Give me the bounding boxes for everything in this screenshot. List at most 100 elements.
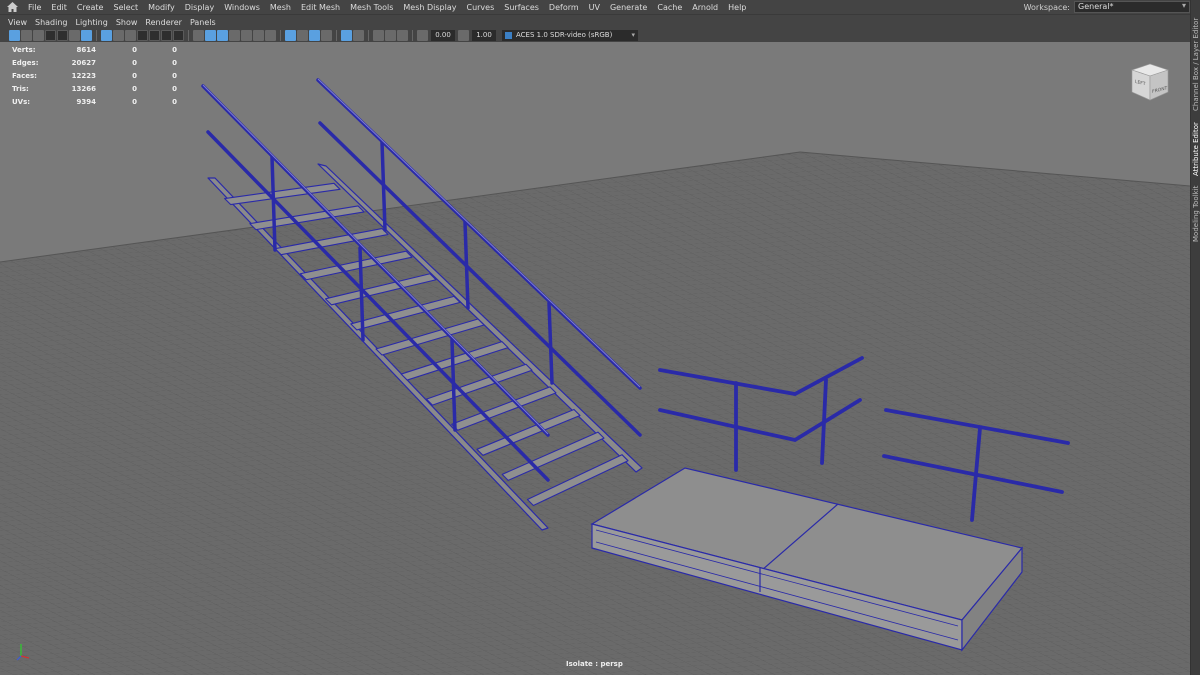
resolution-gate-icon[interactable] xyxy=(125,30,136,41)
hud-row-edges: Edges: 20627 0 0 xyxy=(12,57,177,70)
camera-attributes-icon[interactable] xyxy=(21,30,32,41)
menu-edit[interactable]: Edit xyxy=(46,0,72,15)
workspace-selector: Workspace: General* xyxy=(1024,1,1190,13)
field-chart-icon[interactable] xyxy=(149,30,160,41)
gate-mask-icon[interactable] xyxy=(137,30,148,41)
select-camera-icon[interactable] xyxy=(9,30,20,41)
x-ray-icon[interactable] xyxy=(353,30,364,41)
menu-deform[interactable]: Deform xyxy=(544,0,584,15)
bookmark-icon[interactable] xyxy=(33,30,44,41)
gamma-field[interactable]: 1.00 xyxy=(472,30,496,41)
right-side-tabs: Channel Box / Layer Editor Attribute Edi… xyxy=(1190,0,1200,675)
image-plane-icon[interactable] xyxy=(45,30,56,41)
hud-label: Faces: xyxy=(12,71,37,80)
menu-curves[interactable]: Curves xyxy=(461,0,499,15)
view-cube[interactable]: LEFT FRONT xyxy=(1128,62,1172,102)
hud-value: 0 xyxy=(172,97,177,106)
menu-edit-mesh[interactable]: Edit Mesh xyxy=(296,0,345,15)
x-ray-joints-icon[interactable] xyxy=(373,30,384,41)
hud-label: Verts: xyxy=(12,46,36,55)
hud-value: 13266 xyxy=(71,84,96,93)
panel-menu-shading[interactable]: Shading xyxy=(31,16,72,29)
tab-modeling-toolkit[interactable]: Modeling Toolkit xyxy=(1191,184,1200,244)
hud-row-verts: Verts: 8614 0 0 xyxy=(12,44,177,57)
hud-label: Edges: xyxy=(12,59,39,68)
shadows-icon[interactable] xyxy=(265,30,276,41)
toolbar-separator xyxy=(336,30,337,41)
safe-action-icon[interactable] xyxy=(161,30,172,41)
menu-surfaces[interactable]: Surfaces xyxy=(499,0,544,15)
menu-mesh-tools[interactable]: Mesh Tools xyxy=(345,0,398,15)
menu-mesh[interactable]: Mesh xyxy=(265,0,296,15)
textured-icon[interactable] xyxy=(241,30,252,41)
hud-value: 0 xyxy=(132,71,137,80)
poly-count-hud: Verts: 8614 0 0 Edges: 20627 0 0 Faces: … xyxy=(12,44,177,108)
hud-value: 9394 xyxy=(76,97,96,106)
grid-icon[interactable] xyxy=(101,30,112,41)
panel-menu-bar: View Shading Lighting Show Renderer Pane… xyxy=(0,16,1190,29)
menu-generate[interactable]: Generate xyxy=(605,0,652,15)
panel-menu-lighting[interactable]: Lighting xyxy=(71,16,111,29)
exposure-field[interactable]: 0.00 xyxy=(431,30,455,41)
hud-row-uvs: UVs: 9394 0 0 xyxy=(12,95,177,108)
safe-title-icon[interactable] xyxy=(173,30,184,41)
workspace-label: Workspace: xyxy=(1023,2,1070,12)
hud-value: 12223 xyxy=(71,71,96,80)
toolbar-separator xyxy=(280,30,281,41)
hud-value: 0 xyxy=(172,84,177,93)
menu-file[interactable]: File xyxy=(23,0,46,15)
panel-menu-renderer[interactable]: Renderer xyxy=(141,16,186,29)
hud-value: 0 xyxy=(132,84,137,93)
hud-value: 20627 xyxy=(71,59,96,68)
backface-culling-icon[interactable] xyxy=(385,30,396,41)
hud-value: 0 xyxy=(172,46,177,55)
home-icon[interactable] xyxy=(5,0,19,14)
depth-of-field-icon[interactable] xyxy=(321,30,332,41)
menu-cache[interactable]: Cache xyxy=(652,0,687,15)
menu-select[interactable]: Select xyxy=(108,0,143,15)
toolbar-separator xyxy=(368,30,369,41)
isolate-select-icon[interactable] xyxy=(341,30,352,41)
menu-modify[interactable]: Modify xyxy=(143,0,180,15)
two-d-pan-icon[interactable] xyxy=(69,30,80,41)
toolbar-separator xyxy=(96,30,97,41)
hud-row-tris: Tris: 13266 0 0 xyxy=(12,82,177,95)
tab-attribute-editor[interactable]: Attribute Editor xyxy=(1191,118,1200,180)
panel-toolbar: 0.00 1.00 ACES 1.0 SDR-video (sRGB) xyxy=(0,29,1190,42)
xray-active-components-icon[interactable] xyxy=(397,30,408,41)
panel-menu-show[interactable]: Show xyxy=(112,16,142,29)
hud-value: 0 xyxy=(132,46,137,55)
screen-space-ao-icon[interactable] xyxy=(285,30,296,41)
menu-help[interactable]: Help xyxy=(723,0,751,15)
menu-windows[interactable]: Windows xyxy=(219,0,265,15)
toolbar-separator xyxy=(188,30,189,41)
use-all-lights-icon[interactable] xyxy=(253,30,264,41)
view-transform-dropdown[interactable]: ACES 1.0 SDR-video (sRGB) xyxy=(502,30,638,41)
menu-arnold[interactable]: Arnold xyxy=(687,0,723,15)
panel-menu-panels[interactable]: Panels xyxy=(186,16,220,29)
default-material-icon[interactable] xyxy=(229,30,240,41)
hud-label: UVs: xyxy=(12,97,31,106)
hud-value: 0 xyxy=(132,97,137,106)
menu-uv[interactable]: UV xyxy=(584,0,605,15)
anti-aliasing-icon[interactable] xyxy=(309,30,320,41)
tab-channel-box[interactable]: Channel Box / Layer Editor xyxy=(1191,17,1200,110)
scene-canvas[interactable] xyxy=(0,42,1190,675)
panel-menu-view[interactable]: View xyxy=(0,16,31,29)
gamma-icon[interactable] xyxy=(458,30,469,41)
menu-create[interactable]: Create xyxy=(72,0,109,15)
workspace-dropdown[interactable]: General* xyxy=(1074,1,1190,13)
film-gate-icon[interactable] xyxy=(113,30,124,41)
wireframe-on-shaded-icon[interactable] xyxy=(217,30,228,41)
exposure-icon[interactable] xyxy=(417,30,428,41)
wireframe-icon[interactable] xyxy=(193,30,204,41)
viewport-persp[interactable] xyxy=(0,42,1190,675)
hud-label: Tris: xyxy=(12,84,29,93)
two-d-pan-zoom-icon[interactable] xyxy=(81,30,92,41)
motion-blur-icon[interactable] xyxy=(297,30,308,41)
menu-mesh-display[interactable]: Mesh Display xyxy=(398,0,461,15)
smooth-shade-icon[interactable] xyxy=(205,30,216,41)
menu-display[interactable]: Display xyxy=(180,0,220,15)
grease-pencil-icon[interactable] xyxy=(57,30,68,41)
hud-row-faces: Faces: 12223 0 0 xyxy=(12,70,177,83)
